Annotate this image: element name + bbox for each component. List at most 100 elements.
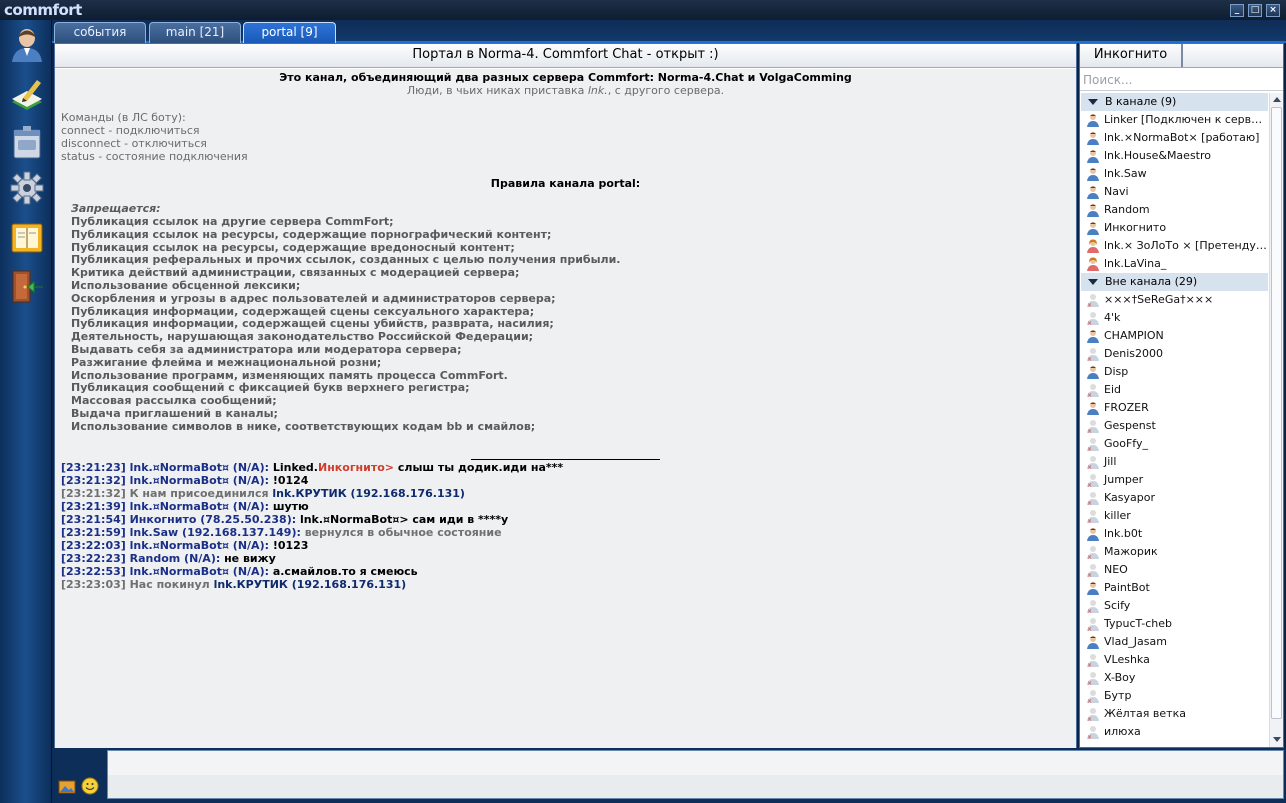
user-list-item[interactable]: Vlad_Jasam [1081,633,1268,651]
user-avatar-icon: × [1087,690,1099,703]
user-name: Инкогнито [1104,221,1167,234]
user-list-item[interactable]: lnk.×NormaBot× [работаю] [1081,129,1268,147]
group-out-of-channel[interactable]: Вне канала (29) [1081,273,1268,291]
user-list-item[interactable]: × Жёлтая ветка [1081,705,1268,723]
user-avatar-icon: × [1087,348,1099,361]
tab-portal[interactable]: portal [9] [243,22,336,43]
user-name: VLeshka [1104,653,1150,666]
user-list-item[interactable]: lnk.× ЗоЛоТо × [Претендует на звание] [1081,237,1268,255]
minimize-button[interactable]: _ [1230,4,1244,17]
forbidden-label: Запрещается: [71,202,161,215]
collapse-arrow-icon[interactable] [1088,279,1098,285]
user-list-item[interactable]: × Eid [1081,381,1268,399]
book-icon[interactable] [9,220,45,256]
scroll-down-arrow[interactable] [1273,737,1281,742]
user-list-item[interactable]: × X-Boy [1081,669,1268,687]
message-header: [23:22:23] Random (N/A): [61,552,221,565]
user-list-item[interactable]: CHAMPION [1081,327,1268,345]
commands-title: Команды (в ЛС боту): [61,111,186,124]
title-bar: commfort _ □ × [0,0,1286,22]
smiley-icon[interactable] [81,777,99,795]
chat-message: [23:23:03] Нас покинул lnk.КРУТИК (192.1… [61,578,406,591]
user-list-item[interactable]: FROZER [1081,399,1268,417]
image-insert-icon[interactable] [58,778,76,796]
message-text: шутю [269,500,309,513]
message-input[interactable] [107,750,1284,799]
user-list-item[interactable]: × ×××†SeReGa†××× [1081,291,1268,309]
message-header: [23:21:39] lnk.¤NormaBot¤ (N/A): [61,500,269,513]
user-avatar-icon [1087,204,1099,217]
notes-icon[interactable] [9,76,45,112]
user-list-item[interactable]: × TypucT-cheb [1081,615,1268,633]
user-avatar-icon [1087,222,1099,235]
user-list-item[interactable]: Linker [Подключен к серверу Norma-4] [1081,111,1268,129]
svg-text:×: × [1087,320,1092,325]
rule-item: Деятельность, нарушающая законодательств… [71,330,534,344]
user-name: TypucT-cheb [1104,617,1172,630]
rule-item: Публикация ссылок на ресурсы, содержащие… [71,240,515,254]
rule-item: Выдача приглашений в каналы; [71,407,278,420]
user-list-item[interactable]: × 4'k [1081,309,1268,327]
scroll-up-arrow[interactable] [1273,97,1281,102]
user-list-item[interactable]: × VLeshka [1081,651,1268,669]
user-list-item[interactable]: Disp [1081,363,1268,381]
user-list: В канале (9) Linker [Подключен к серверу … [1080,93,1268,747]
message-input-area[interactable] [108,775,1283,798]
user-name: Жёлтая ветка [1104,707,1186,720]
archive-icon[interactable] [9,124,45,160]
maximize-button[interactable]: □ [1248,4,1262,17]
user-list-item[interactable]: Random [1081,201,1268,219]
user-list-item[interactable]: Navi [1081,183,1268,201]
system-message-user: lnk.КРУТИК (192.168.176.131) [213,578,407,591]
settings-gear-icon[interactable] [9,170,45,206]
user-list-item[interactable]: × Kasyapor [1081,489,1268,507]
command-disconnect: disconnect - отключиться [61,137,207,150]
message-header: [23:22:03] lnk.¤NormaBot¤ (N/A): [61,539,269,552]
user-list-item[interactable]: × GooFfy_ [1081,435,1268,453]
user-search-input[interactable] [1080,69,1283,91]
exit-door-icon[interactable] [9,268,45,304]
close-button[interactable]: × [1266,4,1280,17]
chat-message: [23:21:39] lnk.¤NormaBot¤ (N/A): шутю [61,500,309,513]
user-avatar-icon: × [1087,492,1099,505]
tab-events[interactable]: события [54,22,146,43]
user-list-item[interactable]: PaintBot [1081,579,1268,597]
user-list-item[interactable]: × Бутр [1081,687,1268,705]
command-status: status - состояние подключения [61,150,248,163]
user-list-item[interactable]: lnk.Saw [1081,165,1268,183]
user-name: 4'k [1104,311,1121,324]
user-avatar-icon: × [1087,672,1099,685]
user-list-item[interactable]: lnk.House&Maestro [1081,147,1268,165]
tab-main[interactable]: main [21] [149,22,241,43]
user-list-item[interactable]: lnk.LaVina_ [1081,255,1268,273]
app-window: commfort _ □ × события main [21] portal … [0,0,1286,803]
message-text: а.смайлов.то я смеюсь [269,565,418,578]
user-list-item[interactable]: × Jill [1081,453,1268,471]
chat-message: [23:22:03] lnk.¤NormaBot¤ (N/A): !0123 [61,539,308,552]
left-toolbar [0,20,52,803]
user-list-item[interactable]: × Jumper [1081,471,1268,489]
user-list-item[interactable]: lnk.b0t [1081,525,1268,543]
user-list-item[interactable]: × Gespenst [1081,417,1268,435]
user-list-item[interactable]: × Мажорик [1081,543,1268,561]
user-avatar-icon: × [1087,510,1099,523]
user-list-scrollbar[interactable] [1269,93,1283,747]
user-list-item[interactable]: × NEO [1081,561,1268,579]
user-list-item[interactable]: × илюха [1081,723,1268,741]
message-header: [23:22:53] lnk.¤NormaBot¤ (N/A): [61,565,269,578]
group-in-channel[interactable]: В канале (9) [1081,93,1268,111]
chat-message: [23:21:54] Инкогнито (78.25.50.238): lnk… [61,513,508,526]
user-avatar-icon: × [1087,708,1099,721]
user-list-item[interactable]: Инкогнито [1081,219,1268,237]
scroll-thumb[interactable] [1271,107,1282,719]
user-avatar-icon [1087,582,1099,595]
collapse-arrow-icon[interactable] [1088,99,1098,105]
user-profile-icon[interactable] [9,26,45,62]
chat-message: [23:21:32] lnk.¤NormaBot¤ (N/A): !0124 [61,474,308,487]
user-list-item[interactable]: × killer [1081,507,1268,525]
user-avatar-icon [1087,330,1099,343]
user-list-item[interactable]: × Denis2000 [1081,345,1268,363]
rule-item: Публикация информации, содержащей сцены … [71,304,535,318]
nickname-button[interactable]: Инкогнито [1080,44,1183,67]
user-list-item[interactable]: × Scify [1081,597,1268,615]
